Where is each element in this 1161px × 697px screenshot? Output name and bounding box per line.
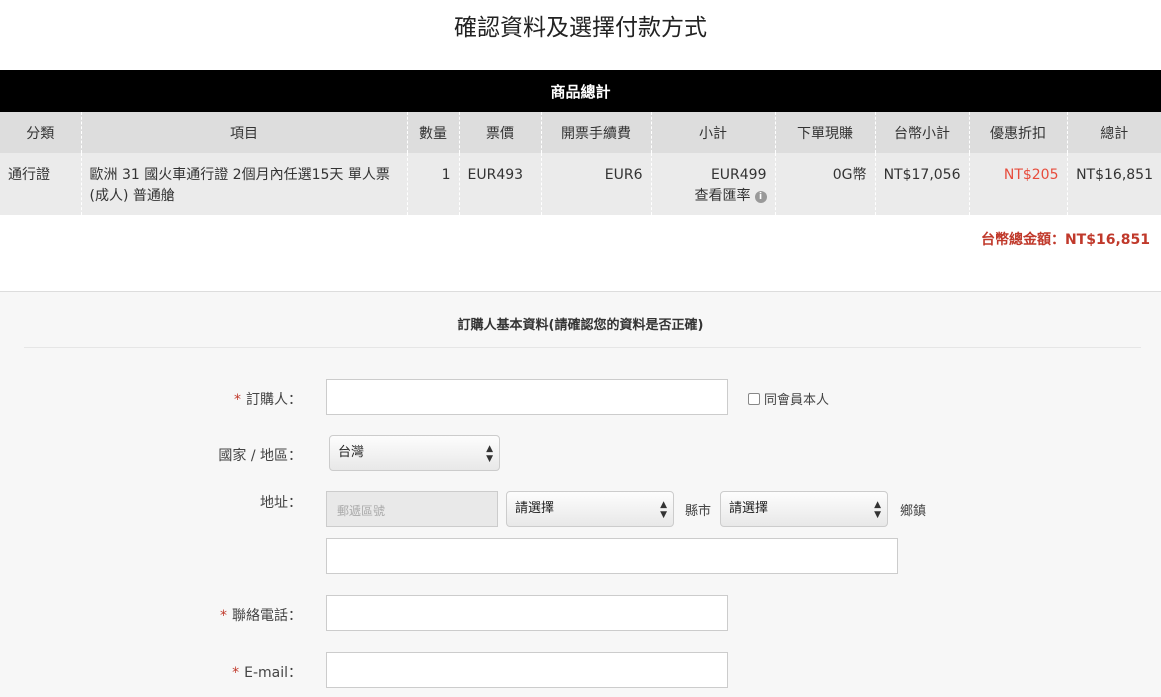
col-category: 分類: [0, 112, 82, 153]
col-twd-subtotal: 台幣小計: [875, 112, 970, 153]
address-input[interactable]: [326, 538, 898, 574]
country-select[interactable]: 台灣 ▲ ▼: [329, 435, 500, 471]
city-select[interactable]: 請選擇 ▲ ▼: [506, 491, 674, 527]
town-suffix: 鄉鎮: [900, 504, 927, 519]
email-label-text: E-mail：: [244, 665, 302, 681]
order-table: 分類 項目 數量 票價 開票手續費 小計 下單現賺 台幣小計 優惠折扣 總計 通…: [0, 112, 1161, 215]
grand-total: 台幣總金額：NT$16,851: [980, 232, 1150, 248]
cell-twd-subtotal: NT$17,056: [875, 153, 970, 215]
orderer-label: * 訂購人：: [122, 389, 302, 409]
page-title: 確認資料及選擇付款方式: [454, 15, 707, 41]
same-member-label: 同會員本人: [764, 393, 830, 408]
cell-price: EUR493: [459, 153, 542, 215]
checkbox-icon[interactable]: [748, 393, 760, 405]
country-label: 國家 / 地區：: [218, 448, 302, 464]
col-item: 項目: [81, 112, 408, 153]
phone-label: * 聯絡電話：: [122, 605, 302, 625]
col-price: 票價: [459, 112, 542, 153]
required-mark: *: [234, 392, 241, 408]
phone-input[interactable]: [326, 595, 728, 631]
col-fee: 開票手續費: [541, 112, 652, 153]
col-qty: 數量: [407, 112, 460, 153]
phone-label-text: 聯絡電話：: [232, 608, 302, 624]
select-arrows-icon: ▲ ▼: [660, 500, 667, 520]
orderer-label-text: 訂購人：: [246, 392, 302, 408]
col-total: 總計: [1067, 112, 1161, 153]
select-arrows-icon: ▲ ▼: [874, 500, 881, 520]
cell-qty: 1: [407, 153, 460, 215]
cell-category: 通行證: [0, 153, 82, 215]
col-subtotal: 小計: [651, 112, 776, 153]
rate-link[interactable]: 查看匯率 i: [660, 186, 767, 207]
email-input[interactable]: [326, 652, 728, 688]
subtotal-value: EUR499: [710, 167, 767, 183]
cell-discount: NT$205: [969, 153, 1068, 215]
rate-link-label: 查看匯率: [694, 188, 751, 204]
required-mark: *: [220, 608, 227, 624]
cell-fee: EUR6: [541, 153, 652, 215]
town-select[interactable]: 請選擇 ▲ ▼: [720, 491, 888, 527]
city-value: 請選擇: [515, 501, 555, 516]
city-suffix: 縣市: [685, 504, 712, 519]
required-mark: *: [232, 665, 240, 681]
orderer-form: 訂購人基本資料(請確認您的資料是否正確) * 訂購人： 同會員本人 國家 / 地區…: [0, 291, 1161, 697]
cell-earn: 0G幣: [775, 153, 876, 215]
cell-item: 歐洲 31 國火車通行證 2個月內任選15天 單人票(成人) 普通艙: [81, 153, 408, 215]
order-summary: 商品總計 分類 項目 數量 票價 開票手續費 小計 下單現賺 台幣小計 優惠折扣…: [0, 70, 1161, 215]
country-value: 台灣: [338, 445, 365, 460]
select-arrows-icon: ▲ ▼: [486, 444, 493, 464]
info-icon[interactable]: i: [754, 191, 767, 203]
table-header-row: 分類 項目 數量 票價 開票手續費 小計 下單現賺 台幣小計 優惠折扣 總計: [0, 112, 1161, 153]
cell-subtotal: EUR499 查看匯率 i: [651, 153, 776, 215]
address-label: 地址：: [260, 495, 302, 511]
summary-header: 商品總計: [0, 70, 1161, 112]
orderer-input[interactable]: [326, 379, 728, 415]
form-divider: [24, 347, 1141, 348]
same-member-checkbox[interactable]: 同會員本人: [748, 389, 829, 408]
zip-input[interactable]: 郵遞區號: [326, 491, 498, 527]
cell-total: NT$16,851: [1067, 153, 1161, 215]
col-earn: 下單現賺: [775, 112, 876, 153]
col-discount: 優惠折扣: [969, 112, 1068, 153]
town-value: 請選擇: [729, 501, 769, 516]
email-label: * E-mail：: [122, 662, 302, 682]
form-title: 訂購人基本資料(請確認您的資料是否正確): [457, 318, 704, 333]
table-row: 通行證 歐洲 31 國火車通行證 2個月內任選15天 單人票(成人) 普通艙 1…: [0, 153, 1161, 215]
